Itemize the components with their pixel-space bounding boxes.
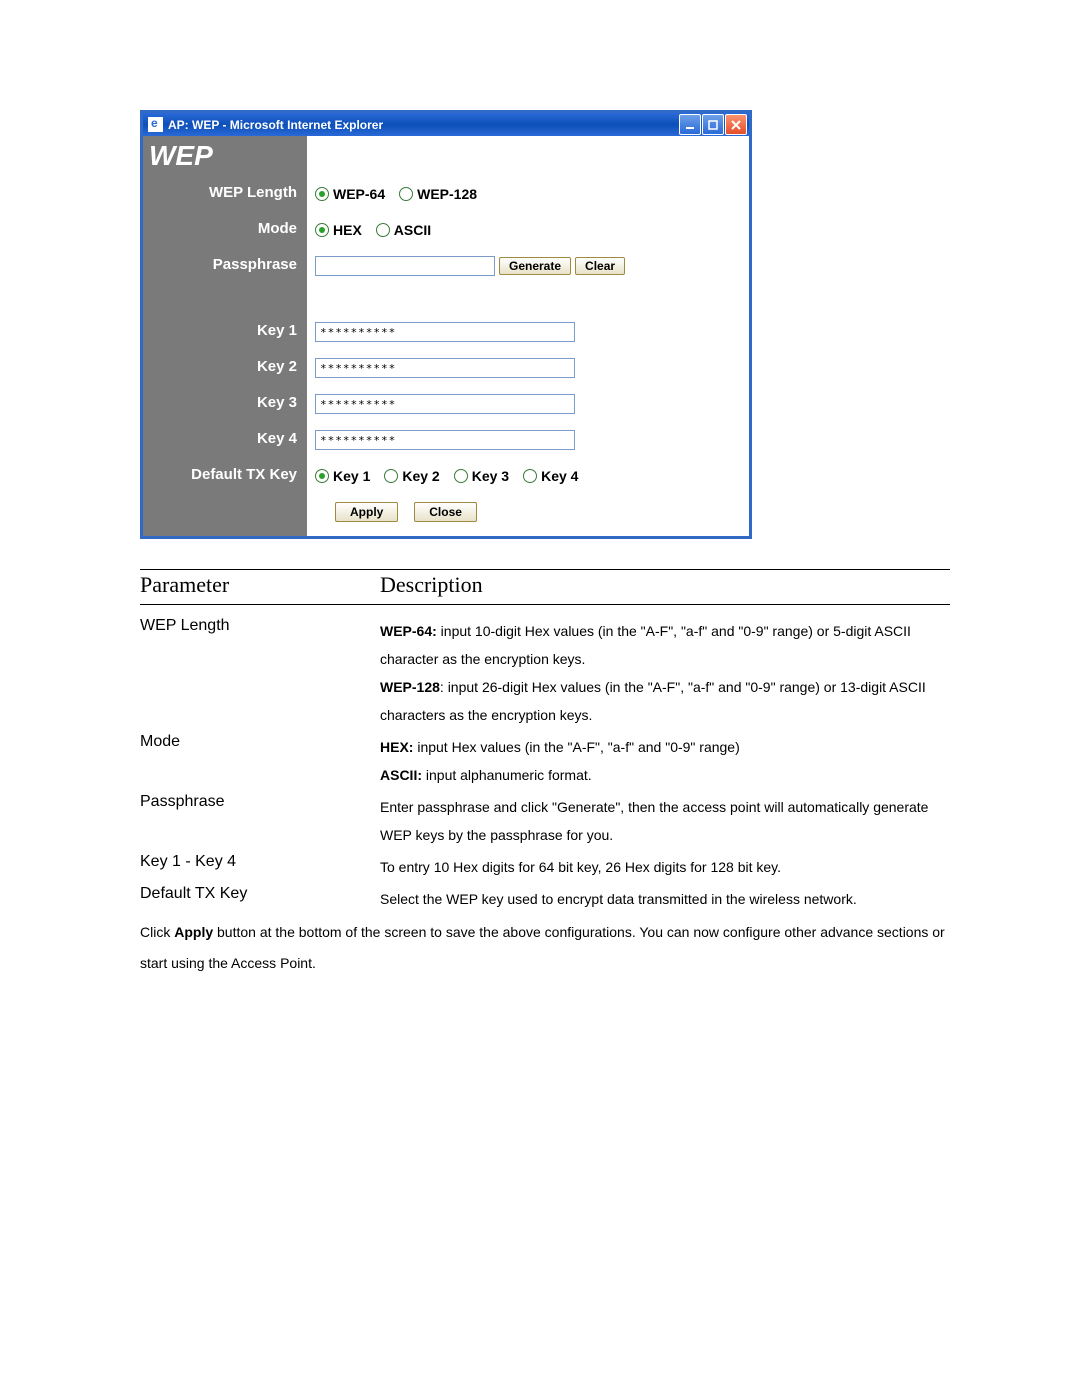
- radio-tx-key4[interactable]: [523, 469, 537, 483]
- desc-cell: HEX: input Hex values (in the "A-F", "a-…: [380, 731, 950, 791]
- desc-cell: Enter passphrase and click "Generate", t…: [380, 791, 950, 851]
- labels-column: WEP WEP Length Mode Passphrase Key 1 Key…: [143, 136, 307, 536]
- radio-wep128-label: WEP-128: [417, 186, 477, 202]
- titlebar[interactable]: AP: WEP - Microsoft Internet Explorer: [143, 113, 749, 136]
- passphrase-row: Generate Clear: [315, 248, 741, 284]
- label-default-tx: Default TX Key: [191, 466, 297, 483]
- param-cell: Passphrase: [140, 791, 380, 851]
- radio-hex[interactable]: [315, 223, 329, 237]
- table-row: Mode HEX: input Hex values (in the "A-F"…: [140, 731, 950, 791]
- key4-input[interactable]: [315, 430, 575, 450]
- param-cell: WEP Length: [140, 615, 380, 731]
- controls-column: WEP-64 WEP-128 HEX ASCII Generate Clear: [307, 136, 749, 536]
- table-header: Parameter Description: [140, 570, 950, 605]
- mode-row: HEX ASCII: [315, 212, 741, 248]
- header-description: Description: [380, 572, 950, 598]
- label-mode: Mode: [258, 220, 297, 237]
- maximize-button[interactable]: [702, 114, 724, 135]
- radio-tx-key1-label: Key 1: [333, 468, 370, 484]
- radio-wep128[interactable]: [399, 187, 413, 201]
- ie-window: AP: WEP - Microsoft Internet Explorer WE…: [140, 110, 752, 539]
- radio-tx-key1[interactable]: [315, 469, 329, 483]
- table-row: Key 1 - Key 4 To entry 10 Hex digits for…: [140, 851, 950, 883]
- label-key2: Key 2: [257, 358, 297, 375]
- page-title: WEP: [143, 140, 307, 172]
- table-row: Default TX Key Select the WEP key used t…: [140, 883, 950, 915]
- param-cell: Default TX Key: [140, 883, 380, 915]
- footer-text: Click Apply button at the bottom of the …: [140, 917, 950, 979]
- radio-tx-key4-label: Key 4: [541, 468, 578, 484]
- label-wep-length: WEP Length: [209, 184, 297, 201]
- radio-wep64-label: WEP-64: [333, 186, 385, 202]
- label-passphrase: Passphrase: [213, 256, 297, 273]
- radio-hex-label: HEX: [333, 222, 362, 238]
- desc-cell: Select the WEP key used to encrypt data …: [380, 883, 950, 915]
- close-button[interactable]: [725, 114, 747, 135]
- label-key3: Key 3: [257, 394, 297, 411]
- header-parameter: Parameter: [140, 572, 380, 598]
- key2-input[interactable]: [315, 358, 575, 378]
- radio-tx-key3[interactable]: [454, 469, 468, 483]
- desc-cell: WEP-64: input 10-digit Hex values (in th…: [380, 615, 950, 731]
- minimize-button[interactable]: [679, 114, 701, 135]
- passphrase-input[interactable]: [315, 256, 495, 276]
- apply-button[interactable]: Apply: [335, 502, 398, 522]
- table-row: Passphrase Enter passphrase and click "G…: [140, 791, 950, 851]
- param-cell: Key 1 - Key 4: [140, 851, 380, 883]
- key1-input[interactable]: [315, 322, 575, 342]
- description-table: WEP Length WEP-64: input 10-digit Hex va…: [140, 615, 950, 915]
- window-title: AP: WEP - Microsoft Internet Explorer: [168, 118, 679, 132]
- tx-row: Key 1 Key 2 Key 3 Key 4: [315, 458, 741, 494]
- ie-icon: [148, 117, 163, 132]
- generate-button[interactable]: Generate: [499, 257, 571, 275]
- close-form-button[interactable]: Close: [414, 502, 477, 522]
- radio-tx-key3-label: Key 3: [472, 468, 509, 484]
- clear-button[interactable]: Clear: [575, 257, 625, 275]
- radio-tx-key2[interactable]: [384, 469, 398, 483]
- radio-tx-key2-label: Key 2: [402, 468, 439, 484]
- desc-cell: To entry 10 Hex digits for 64 bit key, 2…: [380, 851, 950, 883]
- param-cell: Mode: [140, 731, 380, 791]
- table-row: WEP Length WEP-64: input 10-digit Hex va…: [140, 615, 950, 731]
- label-key1: Key 1: [257, 322, 297, 339]
- radio-wep64[interactable]: [315, 187, 329, 201]
- key3-input[interactable]: [315, 394, 575, 414]
- label-key4: Key 4: [257, 430, 297, 447]
- radio-ascii[interactable]: [376, 223, 390, 237]
- wep-length-row: WEP-64 WEP-128: [315, 176, 741, 212]
- radio-ascii-label: ASCII: [394, 222, 431, 238]
